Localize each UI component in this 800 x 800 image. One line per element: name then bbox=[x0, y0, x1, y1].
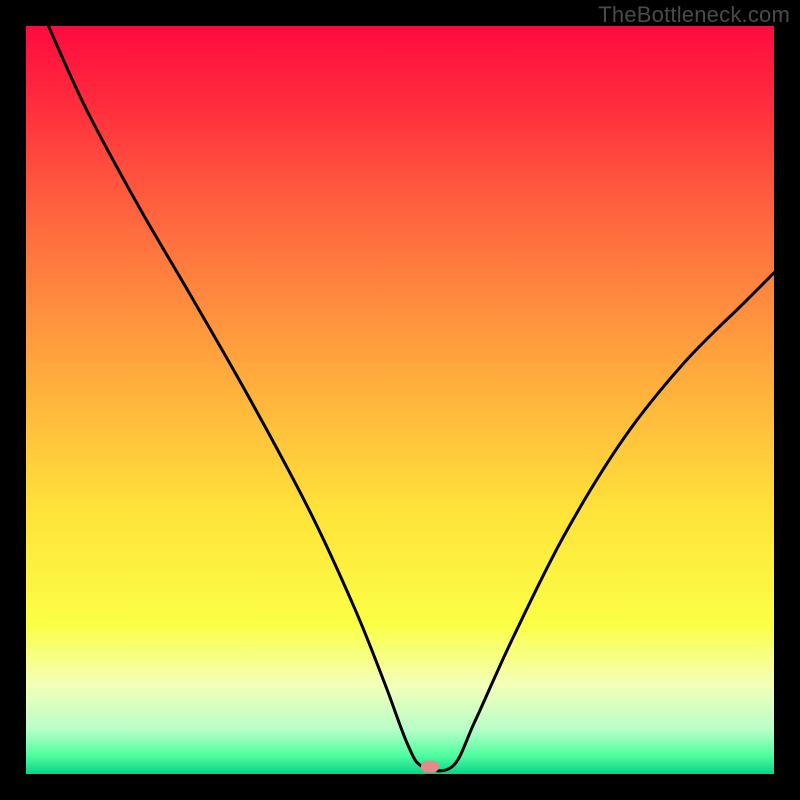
chart-svg bbox=[26, 26, 774, 774]
gradient-background bbox=[26, 26, 774, 774]
chart-container: TheBottleneck.com bbox=[0, 0, 800, 800]
plot-area bbox=[26, 26, 774, 774]
watermark-text: TheBottleneck.com bbox=[598, 2, 790, 28]
optimum-marker bbox=[421, 761, 439, 773]
